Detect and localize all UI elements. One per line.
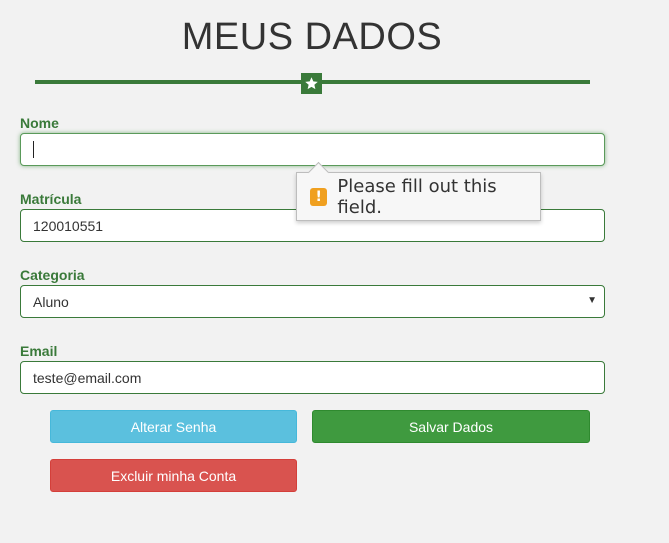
categoria-select[interactable]: Aluno ▼ xyxy=(20,285,605,318)
text-caret xyxy=(33,141,34,158)
email-value: teste@email.com xyxy=(33,369,142,386)
delete-account-button[interactable]: Excluir minha Conta xyxy=(50,459,297,492)
categoria-selected-value: Aluno xyxy=(33,293,69,310)
page-title: MEUS DADOS xyxy=(181,16,443,58)
star-icon xyxy=(301,73,322,94)
warning-icon: ! xyxy=(310,187,328,206)
change-password-button[interactable]: Alterar Senha xyxy=(50,410,297,443)
save-button[interactable]: Salvar Dados xyxy=(312,410,590,443)
validation-message: Please fill out this field. xyxy=(337,175,497,218)
dropdown-arrow-icon: ▼ xyxy=(587,295,597,306)
nome-label: Nome xyxy=(20,115,59,131)
validation-tooltip: ! Please fill out this field. xyxy=(296,172,541,221)
nome-input[interactable] xyxy=(20,133,605,166)
email-input[interactable]: teste@email.com xyxy=(20,361,605,394)
matricula-value: 120010551 xyxy=(33,217,104,234)
email-label: Email xyxy=(20,343,58,359)
categoria-label: Categoria xyxy=(20,267,85,283)
matricula-label: Matrícula xyxy=(20,191,82,207)
